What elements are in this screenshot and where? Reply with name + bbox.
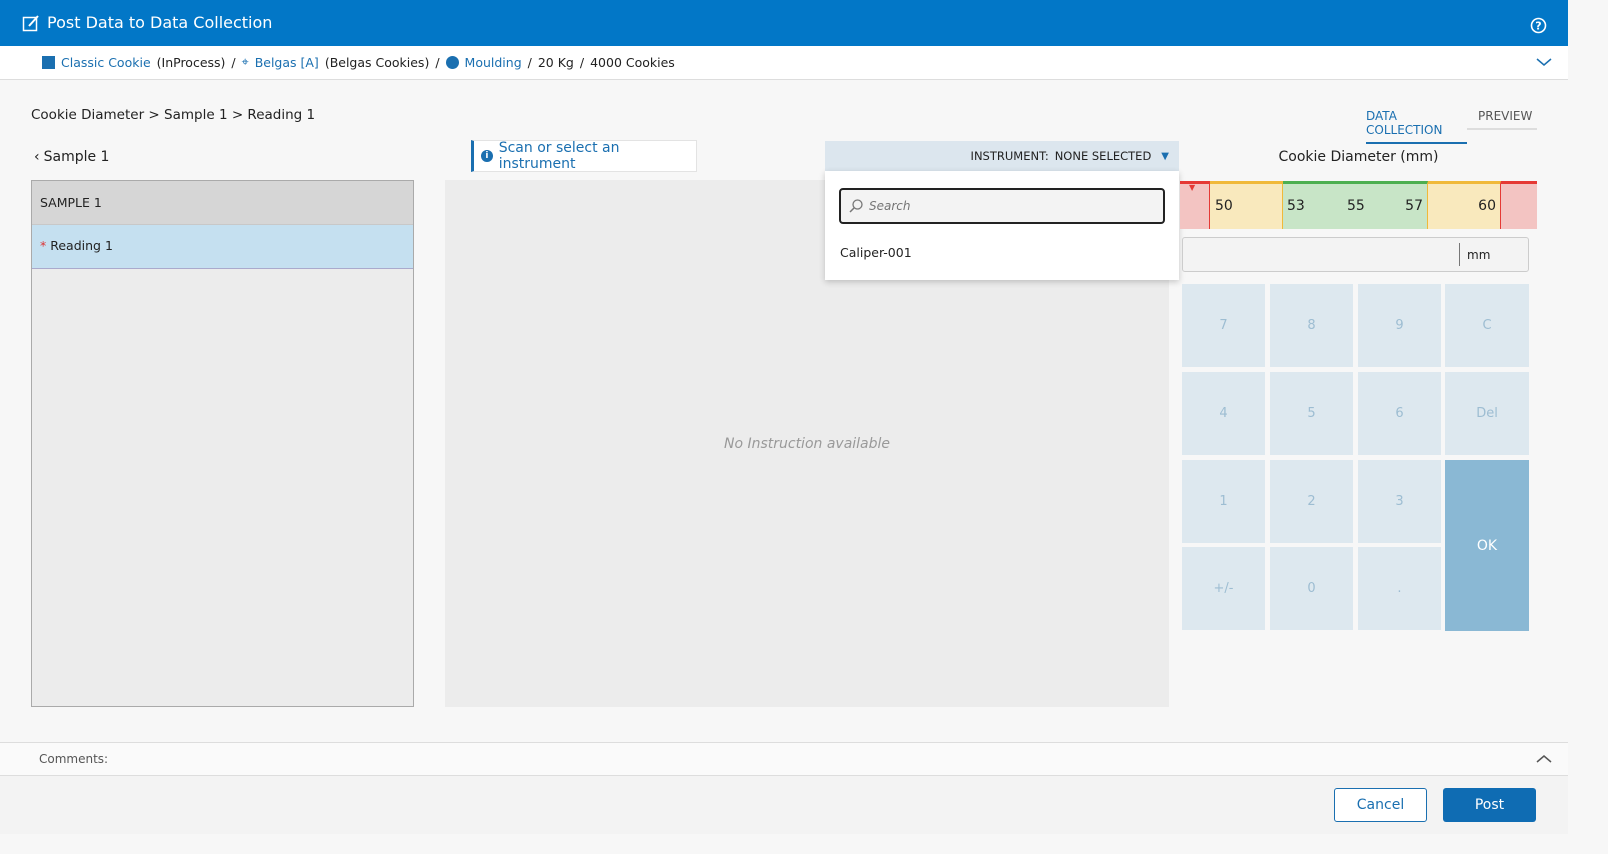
key-6[interactable]: 6 bbox=[1358, 372, 1441, 455]
key-sign[interactable]: +/- bbox=[1182, 547, 1265, 630]
tick-label: 50 bbox=[1215, 198, 1233, 214]
tick-label: 55 bbox=[1347, 198, 1365, 214]
instrument-value: NONE SELECTED bbox=[1054, 149, 1152, 163]
range-low-warn: 50 bbox=[1210, 181, 1283, 229]
operation-icon bbox=[445, 55, 459, 69]
range-high-reject bbox=[1501, 181, 1537, 229]
recipe-desc: (Belgas Cookies) bbox=[324, 54, 430, 70]
comments-label: Comments: bbox=[39, 752, 109, 766]
chevron-left-icon: ‹ bbox=[34, 149, 40, 165]
recipe-link[interactable]: Belgas [A] bbox=[255, 55, 319, 70]
key-c[interactable]: C bbox=[1445, 284, 1529, 367]
page-path: Cookie Diameter > Sample 1 > Reading 1 bbox=[31, 107, 316, 123]
key-0[interactable]: 0 bbox=[1270, 547, 1353, 630]
instrument-select[interactable]: INSTRUMENT: NONE SELECTED ▼ bbox=[825, 141, 1179, 171]
count: 4000 Cookies bbox=[590, 54, 675, 70]
info-icon: i bbox=[481, 150, 493, 162]
range-target: 53 55 57 bbox=[1283, 181, 1428, 229]
operation-link[interactable]: Moulding bbox=[465, 55, 522, 70]
cancel-button[interactable]: Cancel bbox=[1334, 788, 1427, 822]
instrument-option[interactable]: Caliper-001 bbox=[840, 245, 912, 260]
required-marker: * bbox=[40, 238, 47, 253]
range-high-warn: 60 bbox=[1428, 181, 1501, 229]
quantity: 20 Kg bbox=[537, 54, 574, 70]
spec-range-bar: ▼ 50 53 55 57 60 bbox=[1180, 181, 1537, 229]
key-7[interactable]: 7 bbox=[1182, 284, 1265, 367]
key-1[interactable]: 1 bbox=[1182, 460, 1265, 543]
comments-bar[interactable]: Comments: bbox=[0, 742, 1568, 776]
key-decimal[interactable]: . bbox=[1358, 547, 1441, 630]
chevron-up-icon[interactable] bbox=[1536, 753, 1552, 765]
key-del[interactable]: Del bbox=[1445, 372, 1529, 455]
empty-instruction: No Instruction available bbox=[723, 435, 891, 452]
current-marker-icon: ▼ bbox=[1189, 183, 1196, 192]
measure-title: Cookie Diameter (mm) bbox=[1278, 149, 1439, 165]
key-2[interactable]: 2 bbox=[1270, 460, 1353, 543]
chevron-down-icon[interactable] bbox=[1536, 56, 1552, 68]
svg-text:?: ? bbox=[1535, 20, 1541, 33]
separator: / bbox=[435, 54, 440, 70]
instrument-dropdown: Caliper-001 bbox=[825, 171, 1179, 280]
tick-label: 57 bbox=[1405, 198, 1423, 214]
key-5[interactable]: 5 bbox=[1270, 372, 1353, 455]
window-title: Post Data to Data Collection bbox=[47, 13, 273, 32]
product-icon bbox=[42, 55, 55, 69]
banner-text: Scan or select an instrument bbox=[498, 140, 620, 172]
key-8[interactable]: 8 bbox=[1270, 284, 1353, 367]
reading-label: Reading 1 bbox=[50, 238, 113, 253]
key-4[interactable]: 4 bbox=[1182, 372, 1265, 455]
tab-data-collection[interactable]: DATA COLLECTION bbox=[1366, 109, 1467, 144]
tab-preview[interactable]: PREVIEW bbox=[1467, 109, 1537, 130]
post-button[interactable]: Post bbox=[1443, 788, 1536, 822]
instrument-label: INSTRUMENT: bbox=[970, 149, 1049, 163]
sample-group[interactable]: SAMPLE 1 bbox=[32, 181, 413, 225]
footer bbox=[0, 776, 1568, 834]
back-label: Sample 1 bbox=[43, 149, 110, 165]
tick-label: 53 bbox=[1287, 198, 1305, 214]
search-icon bbox=[849, 199, 863, 213]
sample-list: SAMPLE 1 * Reading 1 bbox=[31, 180, 414, 707]
product-link[interactable]: Classic Cookie bbox=[61, 55, 151, 70]
separator: / bbox=[579, 54, 585, 70]
reading-item[interactable]: * Reading 1 bbox=[32, 225, 413, 269]
separator: / bbox=[527, 54, 532, 70]
edit-icon bbox=[22, 15, 39, 32]
unit-label: mm bbox=[1467, 248, 1491, 262]
instruction-banner: i Scan or select an instrument bbox=[471, 140, 697, 172]
instrument-search[interactable] bbox=[839, 188, 1165, 224]
back-button[interactable]: ‹ Sample 1 bbox=[34, 149, 109, 165]
caret-down-icon: ▼ bbox=[1161, 150, 1169, 162]
breadcrumb: Classic Cookie (InProcess) / ⌖ Belgas [A… bbox=[0, 46, 1568, 80]
recipe-icon: ⌖ bbox=[241, 54, 249, 69]
title-bar: Post Data to Data Collection ? bbox=[0, 0, 1568, 46]
key-3[interactable]: 3 bbox=[1358, 460, 1441, 543]
product-state: (InProcess) bbox=[156, 54, 226, 70]
help-icon[interactable]: ? bbox=[1530, 17, 1547, 34]
value-input[interactable]: mm bbox=[1182, 237, 1529, 272]
separator: / bbox=[231, 54, 236, 70]
key-9[interactable]: 9 bbox=[1358, 284, 1441, 367]
ok-button[interactable]: OK bbox=[1445, 460, 1529, 631]
search-input[interactable] bbox=[869, 199, 1149, 213]
tick-label: 60 bbox=[1478, 198, 1496, 214]
unit-divider bbox=[1459, 243, 1460, 266]
